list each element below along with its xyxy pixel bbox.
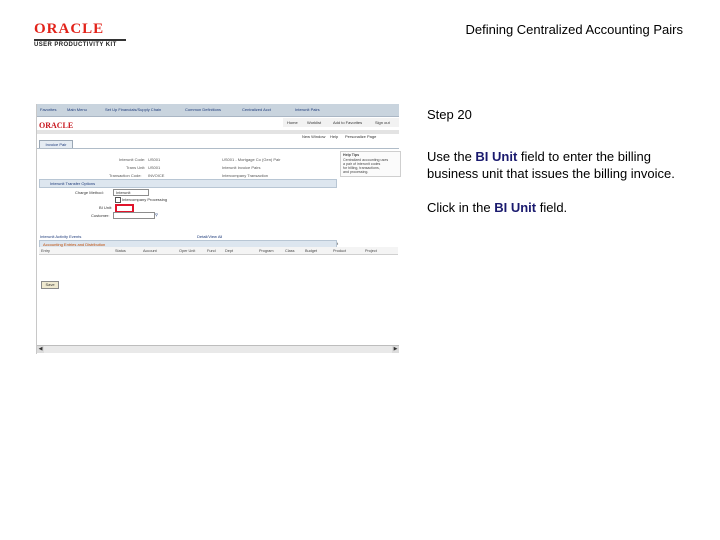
oracle-logo: ORACLE (39, 121, 74, 130)
grid-title: Interunit Activity Events (40, 234, 82, 239)
col-dept: Dept (225, 249, 234, 253)
pair-type: Interunit Invoice Pairs (222, 165, 261, 170)
col-entry: Entry (41, 249, 50, 253)
customer-label: Customer: (91, 213, 110, 218)
scroll-left-icon[interactable]: ◀ (37, 346, 44, 353)
transaction-code-label: Transaction Code: (109, 173, 142, 178)
tab-divider (37, 148, 399, 149)
interunit-code-label: Interunit Code: (119, 157, 146, 162)
nav-item-main-menu[interactable]: Main Menu (67, 107, 87, 112)
col-product: Product (333, 249, 347, 253)
worklist-link[interactable]: Worklist (307, 120, 321, 125)
intercompany-checkbox[interactable] (115, 197, 121, 203)
intercompany-checkbox-label: Intercompany Processing (122, 197, 168, 202)
bi-unit-keyword-2: BI Unit (494, 200, 537, 215)
help-tips-panel: Help Tips Centralized accounting uses a … (340, 151, 401, 177)
action-prefix: Click in the (427, 200, 495, 215)
breadcrumb: Favorites Main Menu Set Up Financials/Su… (37, 104, 399, 117)
nav-item-interunit-pairs[interactable]: Interunit Pairs (295, 107, 320, 112)
col-fund: Fund (207, 249, 216, 253)
action-text: Click in the BI Unit field. (427, 199, 687, 216)
top-links: Home Worklist Add to Favorites Sign out (283, 118, 399, 127)
charge-method-label: Charge Method: (75, 190, 104, 195)
new-window-link[interactable]: New Window (302, 134, 325, 139)
action-suffix: field. (536, 200, 568, 215)
horizontal-scrollbar[interactable]: ◀ ▶ (37, 345, 399, 353)
grid-header-row: Entry Status Account Oper Unit Fund Dept… (39, 247, 398, 255)
col-status: Status (115, 249, 126, 253)
transaction-description: Intercompany Transaction (222, 173, 269, 178)
nav-item-centralized-acct[interactable]: Centralized Acct (242, 107, 271, 112)
search-icon[interactable]: ⚲ (155, 212, 158, 217)
instruction-prefix: Use the (427, 149, 476, 164)
col-class: Class (285, 249, 295, 253)
application-screenshot: Favorites Main Menu Set Up Financials/Su… (36, 104, 401, 354)
section-title: Interunit Transfer Options (50, 181, 96, 186)
customer-field[interactable] (113, 212, 155, 219)
nav-item-common-definitions[interactable]: Common Definitions (185, 107, 221, 112)
pair-description: US001 - Mortgage Co (Gen) Pair (222, 157, 281, 162)
col-oper-unit: Oper Unit (179, 249, 196, 253)
interunit-transfer-options-header[interactable]: Interunit Transfer Options (39, 179, 337, 188)
add-to-favorites-link[interactable]: Add to Favorites (333, 120, 362, 125)
help-title: Help Tips (343, 153, 360, 157)
instruction-panel: Step 20 Use the BI Unit field to enter t… (427, 106, 687, 233)
logo-subtitle: USER PRODUCTIVITY KIT (34, 39, 126, 48)
trans-unit-label: Trans Unit: (126, 165, 146, 170)
page-title: Defining Centralized Accounting Pairs (465, 22, 683, 37)
charge-method-value: Interunit (116, 190, 131, 195)
trans-unit-value: US001 (148, 165, 161, 170)
bi-unit-label: BI Unit: (99, 205, 113, 210)
col-project: Project (365, 249, 377, 253)
oracle-upk-logo: ORACLE USER PRODUCTIVITY KIT (34, 22, 126, 48)
save-button[interactable]: Save (41, 281, 59, 289)
charge-method-select[interactable]: Interunit (113, 189, 149, 196)
scroll-right-icon[interactable]: ▶ (392, 346, 399, 353)
interunit-code-value: US001 (148, 157, 161, 162)
help-link[interactable]: Help (330, 134, 338, 139)
logo-wordmark: ORACLE (34, 21, 105, 37)
nav-item-setup[interactable]: Set Up Financials/Supply Chain (105, 107, 161, 112)
bi-unit-keyword: BI Unit (475, 149, 518, 164)
nav-item-favorites[interactable]: Favorites (40, 107, 56, 112)
personalize-page-link[interactable]: Personalize Page (345, 134, 376, 139)
home-link[interactable]: Home (287, 120, 298, 125)
detail-view-all-link[interactable]: Detail/View All (197, 234, 222, 239)
col-budget: Budget (305, 249, 318, 253)
step-number: Step 20 (427, 107, 472, 122)
sign-out-link[interactable]: Sign out (375, 120, 390, 125)
instruction-text: Use the BI Unit field to enter the billi… (427, 148, 687, 182)
help-line: and processing. (343, 170, 369, 174)
col-program: Program (259, 249, 274, 253)
transaction-code-value: INVOICE (148, 173, 165, 178)
col-account: Account (143, 249, 157, 253)
